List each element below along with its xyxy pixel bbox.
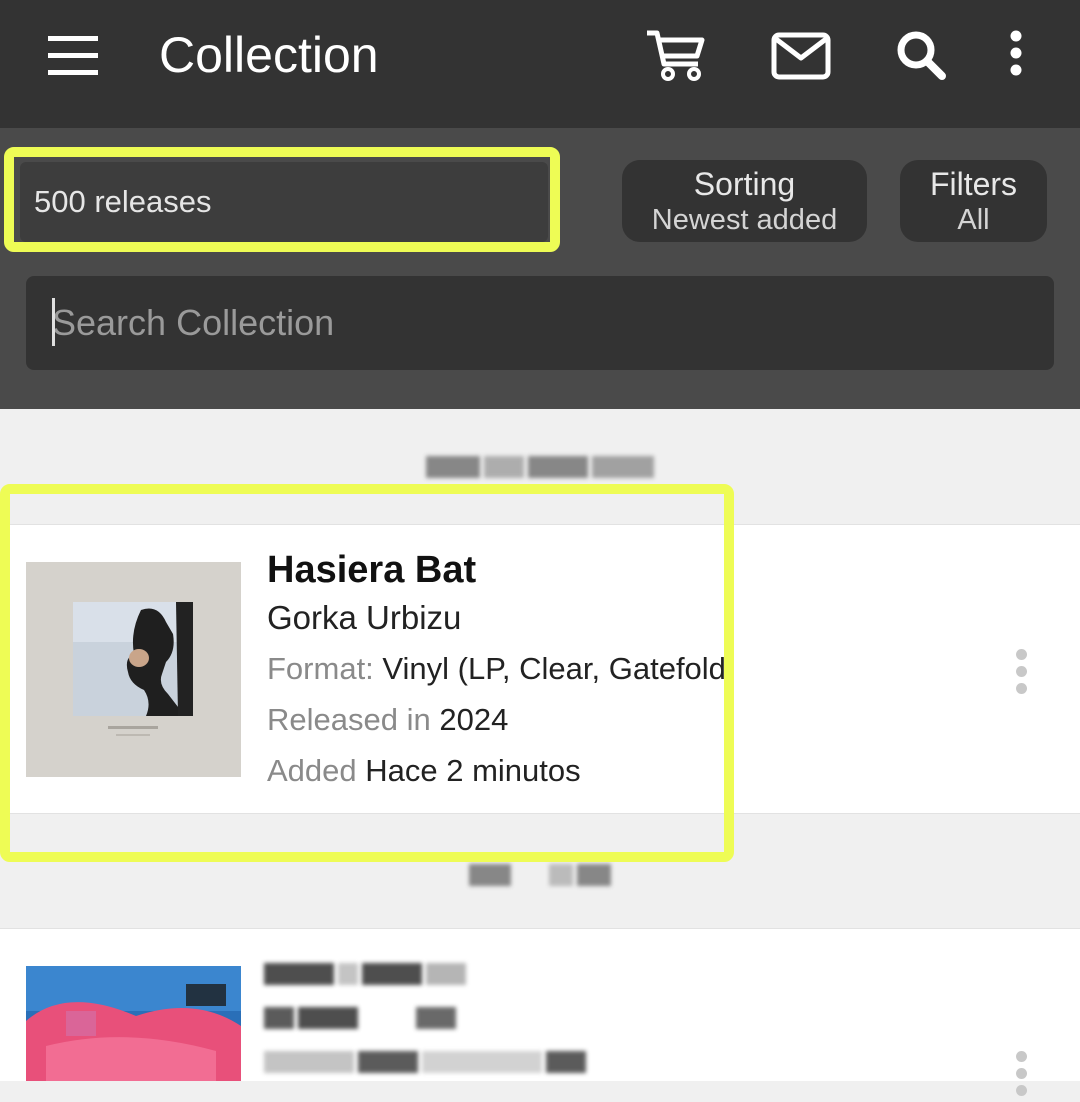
obscured-release-info — [262, 963, 722, 1073]
text-cursor — [52, 298, 55, 346]
more-vert-icon[interactable] — [1005, 30, 1027, 78]
filters-button[interactable]: Filters All — [900, 160, 1047, 242]
filters-label: Filters — [929, 166, 1018, 202]
sorting-button[interactable]: Sorting Newest added — [622, 160, 867, 242]
search-input[interactable] — [52, 276, 1032, 370]
menu-icon[interactable] — [46, 36, 100, 76]
album-cover-2 — [26, 966, 241, 1081]
more-options-icon[interactable] — [1016, 649, 1028, 700]
section-header-2 — [0, 864, 1080, 886]
cart-icon[interactable] — [644, 28, 708, 82]
filters-value: All — [957, 204, 990, 236]
search-icon[interactable] — [894, 28, 948, 82]
highlight-releases-count — [4, 147, 560, 252]
more-options-icon-2[interactable] — [1016, 1051, 1028, 1102]
search-bar[interactable] — [26, 276, 1054, 370]
sorting-value: Newest added — [651, 204, 838, 236]
release-card-2[interactable] — [0, 928, 1080, 1096]
page-title: Collection — [159, 27, 379, 83]
mail-icon[interactable] — [771, 32, 831, 80]
section-header — [0, 456, 1080, 478]
highlight-release-card — [0, 484, 734, 862]
app-bar: Collection — [0, 0, 1080, 128]
sorting-label: Sorting — [693, 166, 796, 202]
